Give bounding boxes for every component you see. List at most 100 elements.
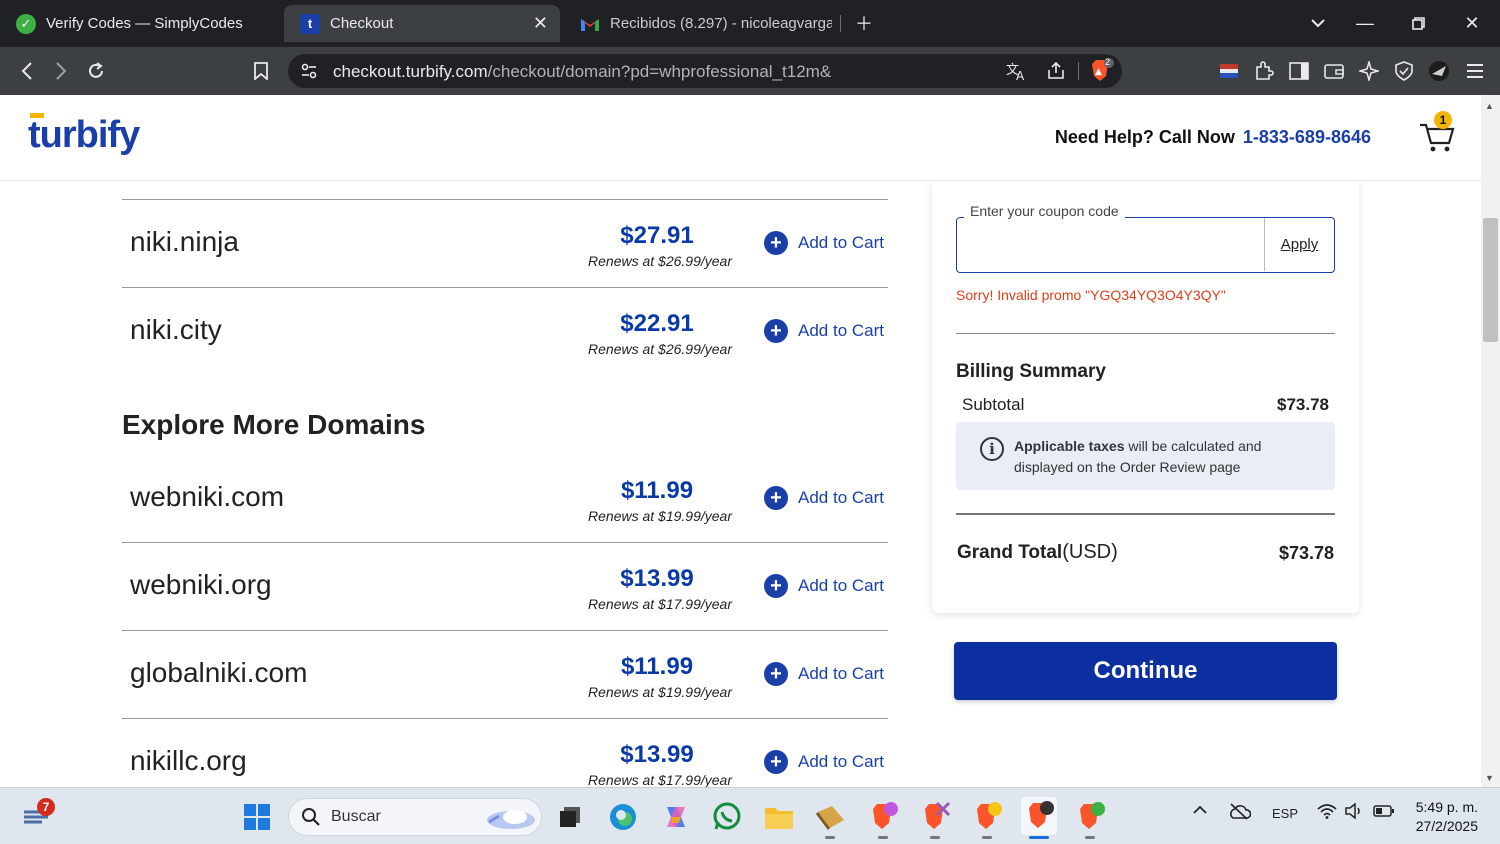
add-to-cart-button[interactable]: + Add to Cart [764, 486, 884, 510]
app-running-indicator [1085, 836, 1095, 839]
phone-link[interactable]: 1-833-689-8646 [1243, 127, 1371, 147]
domain-name: niki.ninja [130, 226, 239, 257]
simplycodes-icon: ✓ [16, 13, 36, 34]
clock-date: 27/2/2025 [1415, 818, 1478, 834]
windows-start-icon[interactable] [240, 800, 274, 834]
brave-profile-4-icon[interactable] [1073, 800, 1107, 834]
show-hidden-icons-chevron-icon[interactable] [1192, 802, 1208, 821]
add-to-cart-button[interactable]: + Add to Cart [764, 319, 884, 343]
site-header: turbify Need Help? Call Now 1-833-689-864… [0, 95, 1481, 181]
renew-price: Renews at $19.99/year [588, 684, 732, 700]
volume-icon[interactable] [1344, 802, 1364, 822]
domain-name: niki.city [130, 314, 222, 345]
brave-profile-3-icon[interactable] [970, 800, 1004, 834]
add-to-cart-label: Add to Cart [798, 664, 884, 683]
tab-title: Verify Codes — SimplyCodes [46, 15, 243, 32]
domain-price: $11.99 [620, 653, 694, 680]
wifi-icon[interactable] [1317, 803, 1337, 822]
tax-notice-text: Applicable taxes will be calculated and … [1014, 436, 1314, 478]
app-active-indicator [1029, 836, 1049, 839]
task-view-icon[interactable] [553, 800, 587, 834]
divider [956, 513, 1335, 515]
plus-icon: + [764, 750, 788, 774]
divider [956, 333, 1335, 334]
search-icon [301, 807, 321, 832]
plus-icon: + [764, 574, 788, 598]
tab-list-chevron-icon[interactable] [1303, 8, 1333, 38]
renew-price: Renews at $17.99/year [588, 596, 732, 612]
battery-icon[interactable] [1373, 804, 1395, 821]
onedrive-icon[interactable] [1227, 802, 1252, 823]
scrollbar-thumb[interactable] [1483, 218, 1498, 342]
flag-extension-icon[interactable] [1214, 56, 1244, 86]
bookmark-icon[interactable] [246, 56, 276, 86]
close-window-icon[interactable]: ✕ [1457, 8, 1487, 38]
menu-icon[interactable] [1460, 56, 1490, 86]
restore-icon[interactable] [1403, 8, 1433, 38]
file-explorer-icon[interactable] [762, 800, 796, 834]
brave-active-icon[interactable] [1021, 797, 1057, 835]
add-to-cart-label: Add to Cart [798, 576, 884, 595]
back-icon[interactable] [12, 56, 42, 86]
translate-icon[interactable]: 文A [1006, 61, 1028, 86]
search-label: Buscar [331, 808, 381, 825]
domain-price: $11.99 [620, 477, 694, 504]
domain-price: $13.99 [620, 741, 694, 768]
edge-icon[interactable] [606, 800, 640, 834]
wallet-icon[interactable] [1319, 56, 1349, 86]
brave-profile-1-icon[interactable] [866, 800, 900, 834]
coupon-input[interactable]: Apply [956, 217, 1335, 273]
app-icon[interactable] [813, 800, 847, 834]
vpn-shield-icon[interactable] [1389, 56, 1419, 86]
promo-error-message: Sorry! Invalid promo "YGQ34YQ3O4Y3QY" [956, 287, 1226, 303]
share-icon[interactable] [1046, 61, 1066, 86]
domain-row: nikillc.org $13.99 Renews at $17.99/year… [122, 719, 888, 787]
brave-badge: 2 [1105, 57, 1111, 67]
whatsapp-icon[interactable] [710, 800, 744, 834]
tab-gmail[interactable]: Recibidos (8.297) - nicoleagvargas@ [564, 5, 834, 42]
grand-total-text: Grand Total [957, 542, 1063, 563]
tab-checkout[interactable]: t Checkout ✕ [284, 5, 560, 42]
sidebar-icon[interactable] [1284, 56, 1314, 86]
leo-ai-icon[interactable] [1354, 56, 1384, 86]
add-to-cart-label: Add to Cart [798, 233, 884, 252]
plus-icon: + [764, 486, 788, 510]
grand-total-currency: (USD) [1062, 541, 1118, 563]
brave-shields-icon[interactable]: ▲ 2 [1088, 57, 1114, 89]
site-settings-icon[interactable] [300, 62, 318, 85]
renew-price: Renews at $19.99/year [588, 508, 732, 524]
address-bar[interactable]: checkout.turbify.com/checkout/domain?pd=… [288, 54, 1122, 88]
turbify-icon: t [300, 13, 320, 34]
domain-row: webniki.org $13.99 Renews at $17.99/year… [122, 543, 888, 631]
profile-avatar-icon[interactable] [1424, 56, 1454, 86]
clock[interactable]: 5:49 p. m. 27/2/2025 [1408, 798, 1478, 836]
scroll-down-icon[interactable]: ▼ [1485, 773, 1494, 783]
minimize-icon[interactable]: — [1350, 8, 1380, 38]
explore-more-domains-heading: Explore More Domains [122, 409, 426, 440]
turbify-logo[interactable]: turbify [28, 111, 148, 157]
url-separator [1078, 62, 1079, 80]
forward-icon[interactable] [46, 56, 76, 86]
brave-profile-2-icon[interactable] [918, 800, 952, 834]
copilot-icon[interactable] [659, 800, 693, 834]
domain-price: $22.91 [620, 310, 694, 337]
page-scrollbar[interactable]: ▲ ▼ [1481, 95, 1500, 787]
reload-icon[interactable] [81, 56, 111, 86]
renew-price: Renews at $17.99/year [588, 772, 732, 787]
new-tab-icon[interactable]: ＋ [849, 8, 879, 38]
info-icon: i [980, 437, 1004, 461]
tax-bold: Applicable taxes [1014, 438, 1125, 454]
scroll-up-icon[interactable]: ▲ [1485, 101, 1494, 111]
search-highlight-icon [481, 802, 537, 837]
add-to-cart-button[interactable]: + Add to Cart [764, 574, 884, 598]
add-to-cart-button[interactable]: + Add to Cart [764, 750, 884, 774]
apply-coupon-button[interactable]: Apply [1264, 218, 1334, 271]
add-to-cart-button[interactable]: + Add to Cart [764, 662, 884, 686]
tab-verify-codes[interactable]: ✓ Verify Codes — SimplyCodes [0, 5, 280, 42]
continue-button[interactable]: Continue [954, 642, 1337, 700]
extensions-icon[interactable] [1249, 56, 1279, 86]
add-to-cart-button[interactable]: + Add to Cart [764, 231, 884, 255]
close-tab-icon[interactable]: ✕ [533, 13, 548, 34]
language-indicator[interactable]: ESP [1272, 806, 1298, 821]
taskbar-search[interactable]: Buscar [288, 798, 542, 836]
